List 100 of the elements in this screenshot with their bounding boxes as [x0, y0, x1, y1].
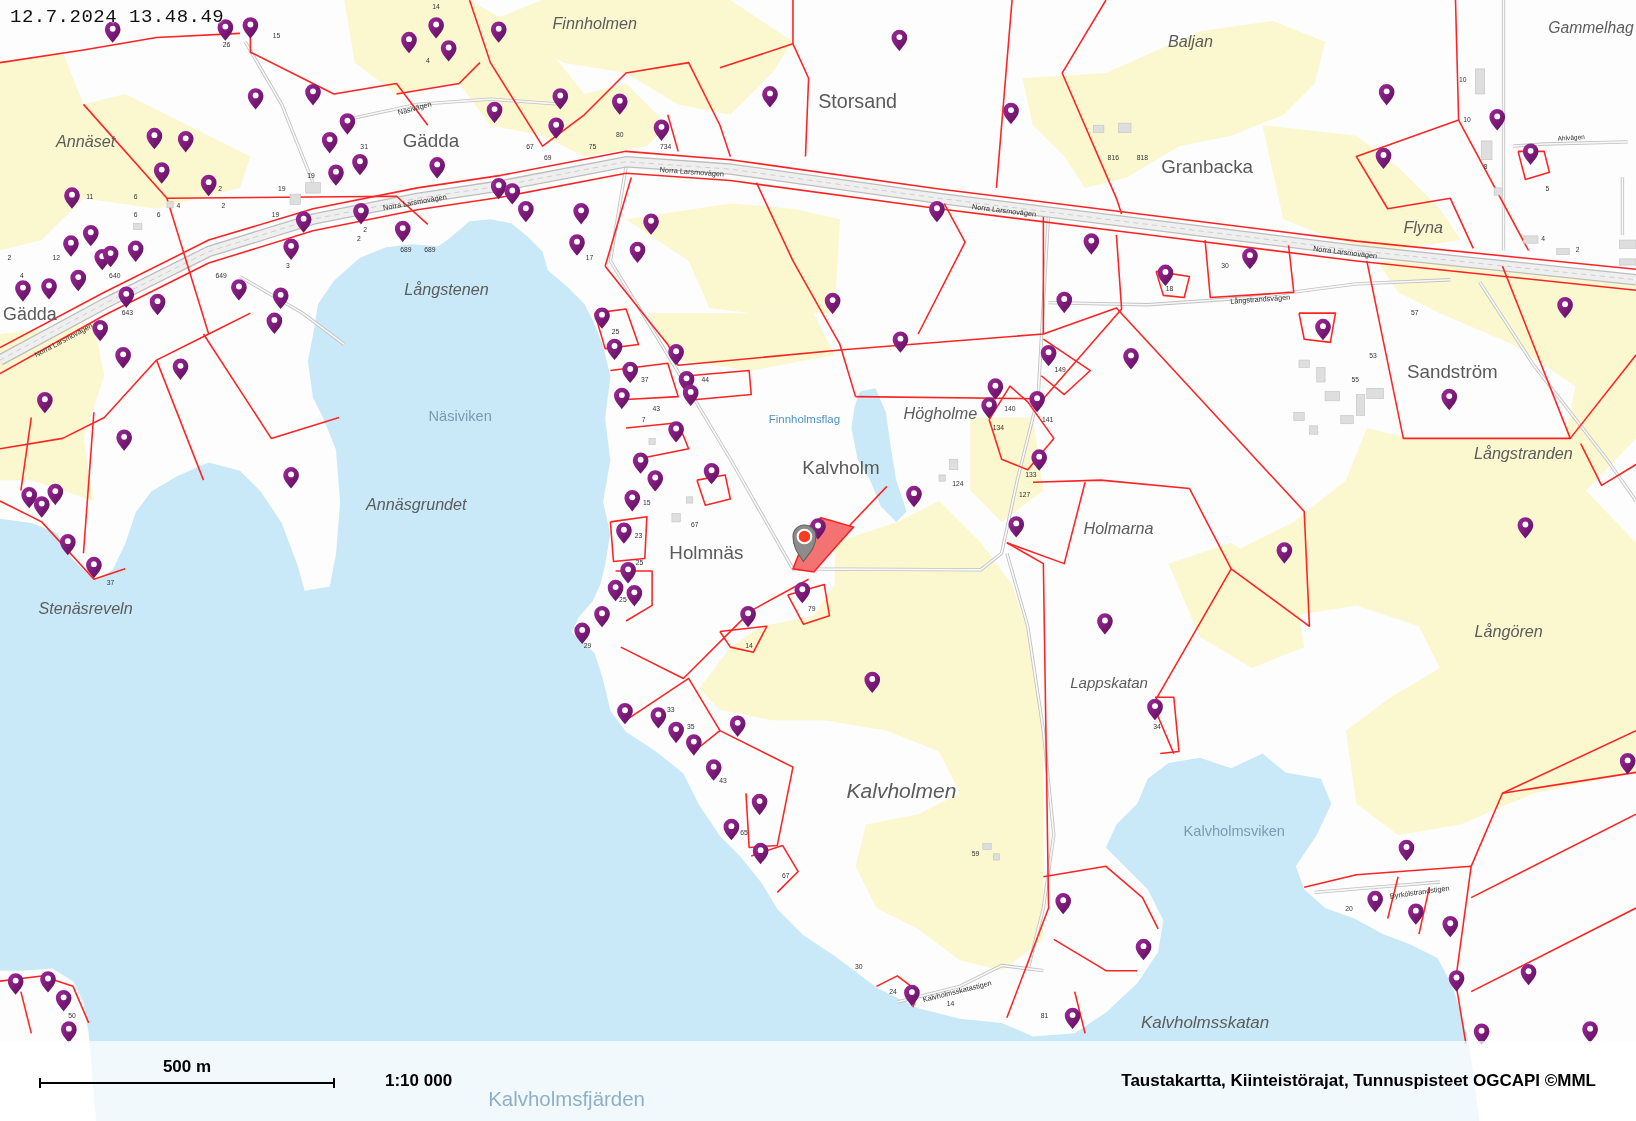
map-pin-icon[interactable] — [266, 312, 283, 334]
map-pin-icon[interactable] — [668, 721, 684, 744]
map-pin-icon[interactable] — [740, 605, 756, 628]
map-pin-icon[interactable] — [33, 496, 50, 518]
map-pin-icon[interactable] — [703, 462, 720, 485]
map-pin-icon[interactable] — [490, 21, 507, 43]
map-pin-icon[interactable] — [47, 483, 64, 506]
map-pin-icon[interactable] — [616, 522, 632, 544]
map-pin-icon[interactable] — [486, 101, 503, 124]
map-pin-icon[interactable] — [55, 990, 72, 1012]
map-pin-icon[interactable] — [1083, 233, 1100, 255]
map-pin-icon[interactable] — [626, 585, 643, 607]
map-pin-icon[interactable] — [440, 40, 457, 62]
map-pin-icon[interactable] — [1619, 753, 1636, 775]
map-pin-icon[interactable] — [40, 971, 56, 993]
map-pin-icon[interactable] — [1367, 890, 1383, 913]
map-pin-icon[interactable] — [21, 486, 38, 509]
map-pin-icon[interactable] — [548, 117, 564, 139]
map-pin-icon[interactable] — [339, 113, 356, 135]
map-pin-icon[interactable] — [153, 162, 170, 184]
map-pin-icon[interactable] — [1557, 296, 1573, 319]
map-pin-icon[interactable] — [629, 241, 646, 264]
map-pin-icon[interactable] — [61, 1021, 77, 1043]
map-pin-icon[interactable] — [86, 556, 102, 579]
map-pin-icon[interactable] — [643, 213, 659, 235]
map-pin-icon[interactable] — [149, 293, 166, 316]
map-pin-icon[interactable] — [1031, 449, 1047, 471]
map-pin-icon[interactable] — [1442, 915, 1459, 938]
map-pin-icon[interactable] — [15, 280, 31, 302]
map-pin-icon[interactable] — [1315, 318, 1331, 341]
map-pin-icon[interactable] — [1040, 345, 1057, 367]
map-pin-icon[interactable] — [891, 29, 908, 52]
map-pin-icon[interactable] — [102, 245, 119, 268]
map-pin-icon[interactable] — [682, 384, 699, 406]
map-pin-icon[interactable] — [611, 93, 628, 115]
map-pin-icon[interactable] — [650, 707, 667, 729]
map-pin-icon[interactable] — [401, 31, 417, 54]
map-pin-icon[interactable] — [37, 391, 53, 414]
map-pin-icon[interactable] — [617, 703, 633, 725]
map-pin-icon[interactable] — [1056, 291, 1073, 314]
map-pin-icon[interactable] — [104, 21, 121, 43]
map-pin-icon[interactable] — [1448, 970, 1465, 992]
map-pin-icon[interactable] — [892, 331, 909, 353]
map-pin-icon[interactable] — [1135, 938, 1152, 961]
map-pin-icon[interactable] — [1003, 102, 1019, 125]
map-pin-icon[interactable] — [653, 119, 670, 141]
map-pin-icon[interactable] — [272, 287, 289, 309]
map-pin-icon[interactable] — [574, 622, 590, 644]
map-pin-icon[interactable] — [723, 818, 740, 841]
map-pin-icon[interactable] — [60, 533, 76, 556]
map-pin-icon[interactable] — [1441, 388, 1458, 411]
map-pin-icon[interactable] — [751, 793, 768, 816]
map-pin-icon[interactable] — [904, 984, 920, 1007]
map-pin-icon[interactable] — [247, 88, 264, 110]
map-pin-icon[interactable] — [614, 387, 630, 410]
map-pin-icon[interactable] — [1489, 109, 1506, 131]
map-pin-icon[interactable] — [64, 187, 80, 209]
map-pin-icon[interactable] — [1582, 1021, 1598, 1043]
map-pin-icon[interactable] — [70, 269, 87, 292]
map-pin-icon[interactable] — [987, 378, 1004, 400]
map-pin-icon[interactable] — [41, 278, 57, 300]
map-pin-icon[interactable] — [1008, 516, 1025, 538]
map-pin-icon[interactable] — [92, 319, 108, 342]
map-pin-icon[interactable] — [305, 84, 321, 106]
map-pin-icon[interactable] — [1375, 147, 1392, 170]
map-pin-icon[interactable] — [353, 203, 369, 225]
map-pin-icon[interactable] — [1522, 143, 1539, 165]
map-pin-icon[interactable] — [668, 421, 684, 443]
map-pin-icon[interactable] — [906, 485, 922, 508]
map-pin-icon[interactable] — [328, 164, 344, 186]
map-pin-icon[interactable] — [200, 174, 217, 197]
map-pin-icon[interactable] — [63, 235, 79, 257]
map-pin-icon[interactable] — [929, 200, 945, 223]
map-pin-icon[interactable] — [606, 338, 623, 361]
map-pin-icon[interactable] — [864, 671, 881, 694]
map-pin-icon[interactable] — [1520, 963, 1537, 986]
map-pin-icon[interactable] — [429, 157, 445, 179]
map-pin-icon[interactable] — [1398, 839, 1415, 862]
map-pin-icon[interactable] — [321, 132, 338, 154]
map-pin-icon[interactable] — [242, 17, 259, 39]
map-pin-icon[interactable] — [824, 292, 841, 315]
map-pin-icon[interactable] — [82, 224, 99, 247]
map-pin-icon[interactable] — [594, 307, 610, 329]
map-pin-icon[interactable] — [632, 452, 649, 474]
map-pin-icon[interactable] — [1064, 1007, 1081, 1030]
map-pin-icon[interactable] — [668, 343, 684, 366]
map-pin-icon[interactable] — [729, 715, 746, 737]
map-pin-icon[interactable] — [172, 358, 189, 380]
map-pin-icon[interactable] — [1097, 613, 1113, 635]
map-pin-icon[interactable] — [1123, 348, 1139, 370]
map-pin-icon[interactable] — [283, 238, 299, 260]
map-pin-icon[interactable] — [7, 973, 24, 995]
map-pin-icon[interactable] — [1408, 903, 1424, 925]
map-pin-icon[interactable] — [762, 86, 778, 108]
map-pin-icon[interactable] — [1029, 390, 1045, 413]
map-pin-icon[interactable] — [1276, 542, 1293, 564]
map-pin-icon[interactable] — [573, 203, 589, 225]
map-pin-icon[interactable] — [394, 220, 411, 243]
map-pin-icon[interactable] — [686, 734, 702, 756]
map-pin-icon[interactable] — [622, 361, 638, 384]
